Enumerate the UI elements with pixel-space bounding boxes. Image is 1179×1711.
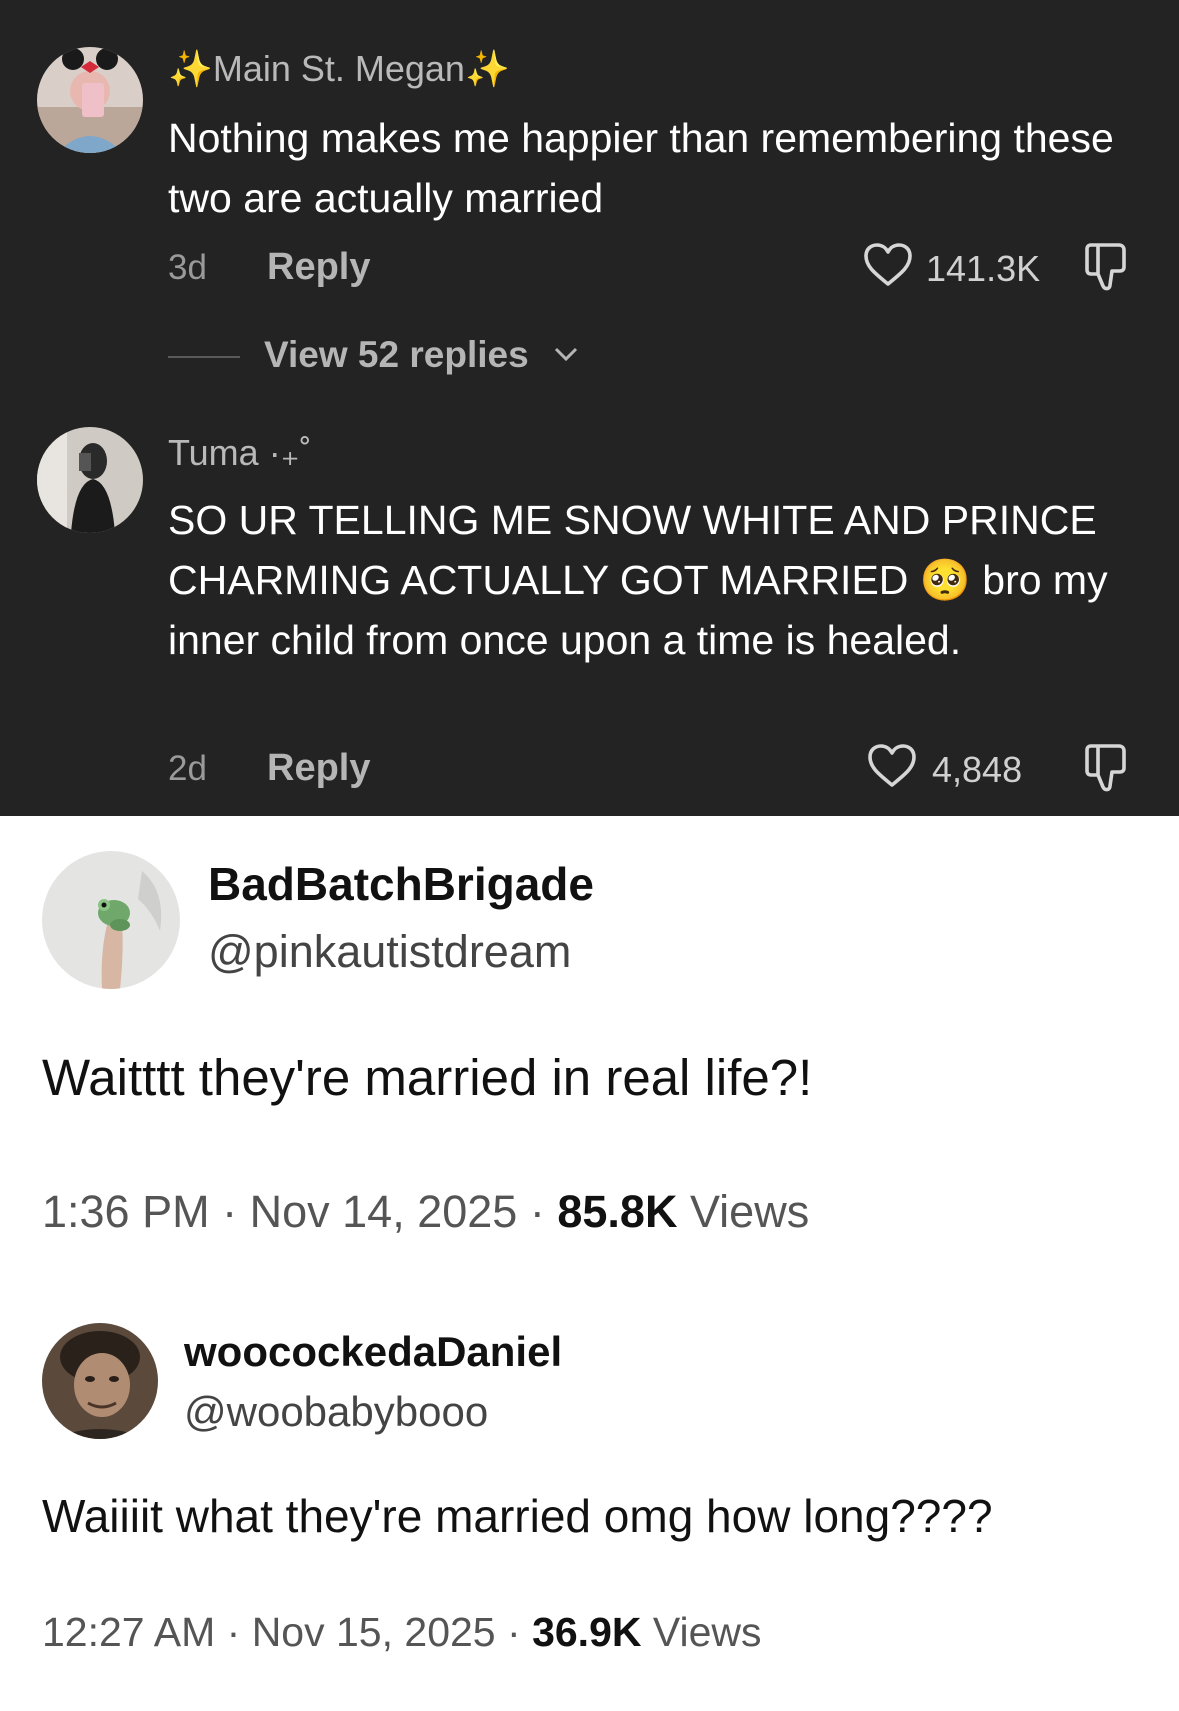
comment-age: 3d [168,248,207,287]
tweet-meta: 1:36 PM · Nov 14, 2025 · 85.8K Views [42,1186,809,1238]
dislike-icon[interactable] [1081,740,1133,801]
dislike-icon[interactable] [1081,239,1133,300]
comment-age: 2d [168,749,207,788]
tweet-meta: 12:27 AM · Nov 15, 2025 · 36.9K Views [42,1609,762,1656]
separator: · [507,1609,521,1655]
handle[interactable]: @pinkautistdream [208,926,571,978]
like-count: 141.3K [926,248,1041,289]
display-name[interactable]: woocockedaDaniel [184,1328,562,1376]
avatar[interactable] [42,1323,158,1439]
handle[interactable]: @woobabybooo [184,1388,488,1436]
chevron-down-icon [552,342,580,371]
pleading-face-emoji: 🥺 [919,557,971,603]
comment-text: Nothing makes me happier than rememberin… [168,115,1114,221]
separator: · [222,1186,238,1237]
display-name[interactable]: BadBatchBrigade [208,857,594,911]
comment-username[interactable]: Tuma ·₊˚ [168,432,312,474]
like-count: 4,848 [932,749,1023,790]
comment-actions: 2d Reply 4,848 [168,744,1179,799]
reply-button[interactable]: Reply [267,747,370,790]
heart-icon[interactable] [862,240,914,295]
tweet-text: Waitttt they're married in real life?! [42,1049,813,1106]
comment-text: SO UR TELLING ME SNOW WHITE AND PRINCE C… [168,490,1158,670]
tweet-time[interactable]: 1:36 PM [42,1186,210,1237]
tweet-time[interactable]: 12:27 AM [42,1609,215,1655]
tweet-date[interactable]: Nov 14, 2025 [250,1186,518,1237]
view-replies-label: View 52 replies [264,334,529,375]
tweet-date[interactable]: Nov 15, 2025 [252,1609,496,1655]
reply-button[interactable]: Reply [267,246,370,289]
views-count: 85.8K [557,1186,678,1237]
comment-username[interactable]: ✨Main St. Megan✨ [168,48,510,90]
tweet-text: Waiiiit what they're married omg how lon… [42,1490,993,1542]
divider [168,356,240,358]
views-label: Views [689,1186,810,1237]
avatar[interactable] [37,47,143,153]
separator: · [226,1609,241,1655]
comment-actions: 3d Reply 141.3K [168,243,1179,298]
tiktok-comments-panel: ✨Main St. Megan✨ Nothing makes me happie… [0,0,1179,816]
heart-icon[interactable] [866,741,918,796]
separator: · [529,1186,545,1237]
avatar[interactable] [37,427,143,533]
views-label: Views [652,1609,762,1655]
avatar[interactable] [42,851,180,989]
views-count: 36.9K [532,1609,642,1655]
